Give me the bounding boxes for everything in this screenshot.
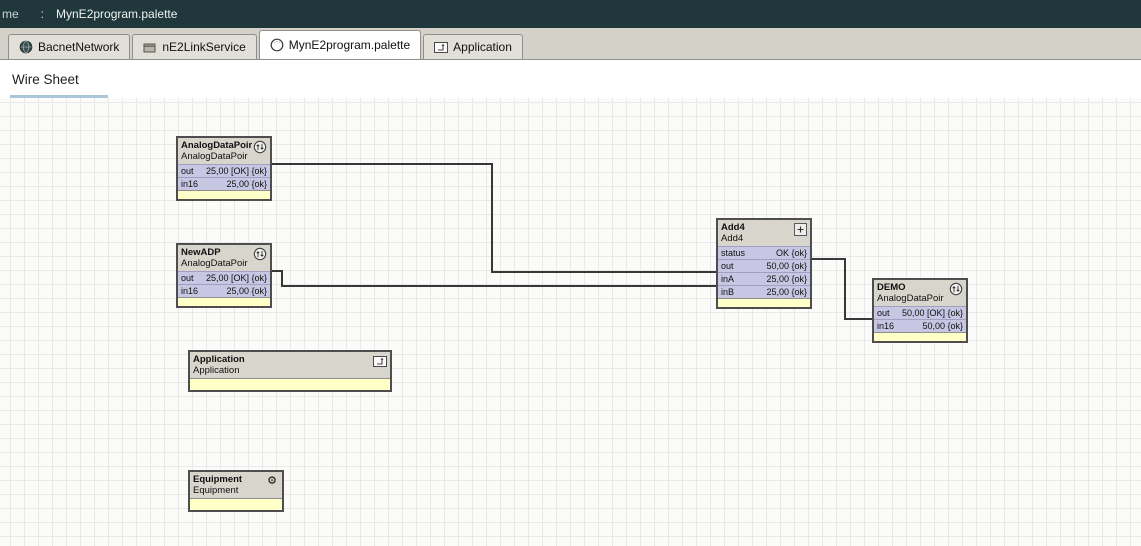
pin-label: inB xyxy=(721,287,734,297)
pin-value: 25,00 [OK] {ok} xyxy=(206,166,267,176)
service-icon xyxy=(143,40,157,54)
block-subtitle: AnalogDataPoir xyxy=(181,151,252,162)
pin-label: in16 xyxy=(181,179,198,189)
network-icon xyxy=(19,40,33,54)
wire-layer xyxy=(0,98,1141,546)
pin-out[interactable]: out 25,00 [OK] {ok} xyxy=(178,271,270,284)
block-footer xyxy=(874,332,966,341)
pin-in16[interactable]: in16 50,00 {ok} xyxy=(874,319,966,332)
pin-value: 50,00 [OK] {ok} xyxy=(902,308,963,318)
view-tab-label: Wire Sheet xyxy=(12,72,79,87)
tab-ne2linkservice[interactable]: nE2LinkService xyxy=(132,34,256,59)
pin-value: 25,00 [OK] {ok} xyxy=(206,273,267,283)
wire-sheet-canvas[interactable]: AnalogDataPoirAnalogDataPoirout25,00 [OK… xyxy=(0,98,1141,546)
wire-analogdatapoir-out-to-add4-ina[interactable] xyxy=(272,164,716,272)
pin-label: out xyxy=(721,261,734,271)
pin-out[interactable]: out 50,00 [OK] {ok} xyxy=(874,306,966,319)
palette-icon xyxy=(270,38,284,52)
analog-point-icon xyxy=(253,247,267,261)
block-subtitle: AnalogDataPoir xyxy=(877,293,948,304)
block-footer xyxy=(190,378,390,390)
block-header[interactable]: Add4Add4 xyxy=(718,220,810,246)
pin-label: in16 xyxy=(877,321,894,331)
block-header[interactable]: DEMOAnalogDataPoir xyxy=(874,280,966,306)
block-application[interactable]: ApplicationApplication xyxy=(188,350,392,392)
pin-value: 25,00 {ok} xyxy=(226,179,267,189)
tab-label: MynE2program.palette xyxy=(289,38,410,52)
pin-in16[interactable]: in16 25,00 {ok} xyxy=(178,284,270,297)
view-tab-wire-sheet[interactable]: Wire Sheet xyxy=(10,66,108,98)
tab-myne2program-palette[interactable]: MynE2program.palette xyxy=(259,30,421,59)
pin-label: out xyxy=(181,166,194,176)
block-title: Application xyxy=(193,354,372,365)
block-header[interactable]: AnalogDataPoirAnalogDataPoir xyxy=(178,138,270,164)
pin-label: inA xyxy=(721,274,734,284)
pin-value: 50,00 {ok} xyxy=(766,261,807,271)
pin-inb[interactable]: inB 25,00 {ok} xyxy=(718,285,810,298)
gear-icon: ⚙ xyxy=(265,474,279,488)
block-header[interactable]: EquipmentEquipment⚙ xyxy=(190,472,282,498)
wire-add4-out-to-demo-in16[interactable] xyxy=(812,259,872,319)
block-newadp[interactable]: NewADPAnalogDataPoirout25,00 [OK] {ok}in… xyxy=(176,243,272,308)
pin-value: OK {ok} xyxy=(776,248,807,258)
block-header[interactable]: NewADPAnalogDataPoir xyxy=(178,245,270,271)
pin-in16[interactable]: in16 25,00 {ok} xyxy=(178,177,270,190)
tab-label: nE2LinkService xyxy=(162,40,245,54)
analog-point-icon xyxy=(949,282,963,296)
topbar-title: MynE2program.palette xyxy=(56,7,177,21)
tab-bar: BacnetNetwork nE2LinkService MynE2program.… xyxy=(0,28,1141,60)
block-add4[interactable]: Add4Add4 status OK {ok} out 50,00 {ok} inA 25,… xyxy=(716,218,812,309)
tab-application[interactable]: Application xyxy=(423,34,523,59)
pin-status[interactable]: status OK {ok} xyxy=(718,246,810,259)
view-bar: Wire Sheet xyxy=(0,60,1141,98)
block-footer xyxy=(190,498,282,510)
block-subtitle: Equipment xyxy=(193,485,264,496)
plus-icon xyxy=(793,222,807,236)
tab-label: BacnetNetwork xyxy=(38,40,119,54)
block-footer xyxy=(178,190,270,199)
tab-label: Application xyxy=(453,40,512,54)
topbar-separator: : xyxy=(41,7,44,21)
tab-bacnetnetwork[interactable]: BacnetNetwork xyxy=(8,34,130,59)
pin-value: 50,00 {ok} xyxy=(922,321,963,331)
pin-out[interactable]: out 50,00 {ok} xyxy=(718,259,810,272)
block-subtitle: Add4 xyxy=(721,233,792,244)
block-analogdatapoir[interactable]: AnalogDataPoirAnalogDataPoir out 25,00 [OK… xyxy=(176,136,272,201)
pin-label: out xyxy=(877,308,890,318)
pin-label: in16 xyxy=(181,286,198,296)
block-title: Add4 xyxy=(721,222,792,233)
pin-label: out xyxy=(181,273,194,283)
block-footer xyxy=(718,298,810,307)
block-demo[interactable]: DEMOAnalogDataPoirout50,00 [OK] {ok}in16… xyxy=(872,278,968,343)
pin-value: 25,00 {ok} xyxy=(226,286,267,296)
wire-newadp-out-to-add4-inb[interactable] xyxy=(272,271,716,286)
block-title: AnalogDataPoir xyxy=(181,140,252,151)
block-title: NewADP xyxy=(181,247,252,258)
application-icon xyxy=(373,354,387,368)
pin-value: 25,00 {ok} xyxy=(766,287,807,297)
topbar-left-text: me xyxy=(2,7,19,21)
pin-ina[interactable]: inA 25,00 {ok} xyxy=(718,272,810,285)
block-header[interactable]: ApplicationApplication xyxy=(190,352,390,378)
block-subtitle: AnalogDataPoir xyxy=(181,258,252,269)
pin-out[interactable]: out 25,00 [OK] {ok} xyxy=(178,164,270,177)
top-bar: me : MynE2program.palette xyxy=(0,0,1141,28)
block-title: DEMO xyxy=(877,282,948,293)
application-icon xyxy=(434,40,448,54)
block-equipment[interactable]: EquipmentEquipment⚙ xyxy=(188,470,284,512)
pin-value: 25,00 {ok} xyxy=(766,274,807,284)
pin-label: status xyxy=(721,248,745,258)
analog-point-icon xyxy=(253,140,267,154)
block-footer xyxy=(178,297,270,306)
block-subtitle: Application xyxy=(193,365,372,376)
block-title: Equipment xyxy=(193,474,264,485)
